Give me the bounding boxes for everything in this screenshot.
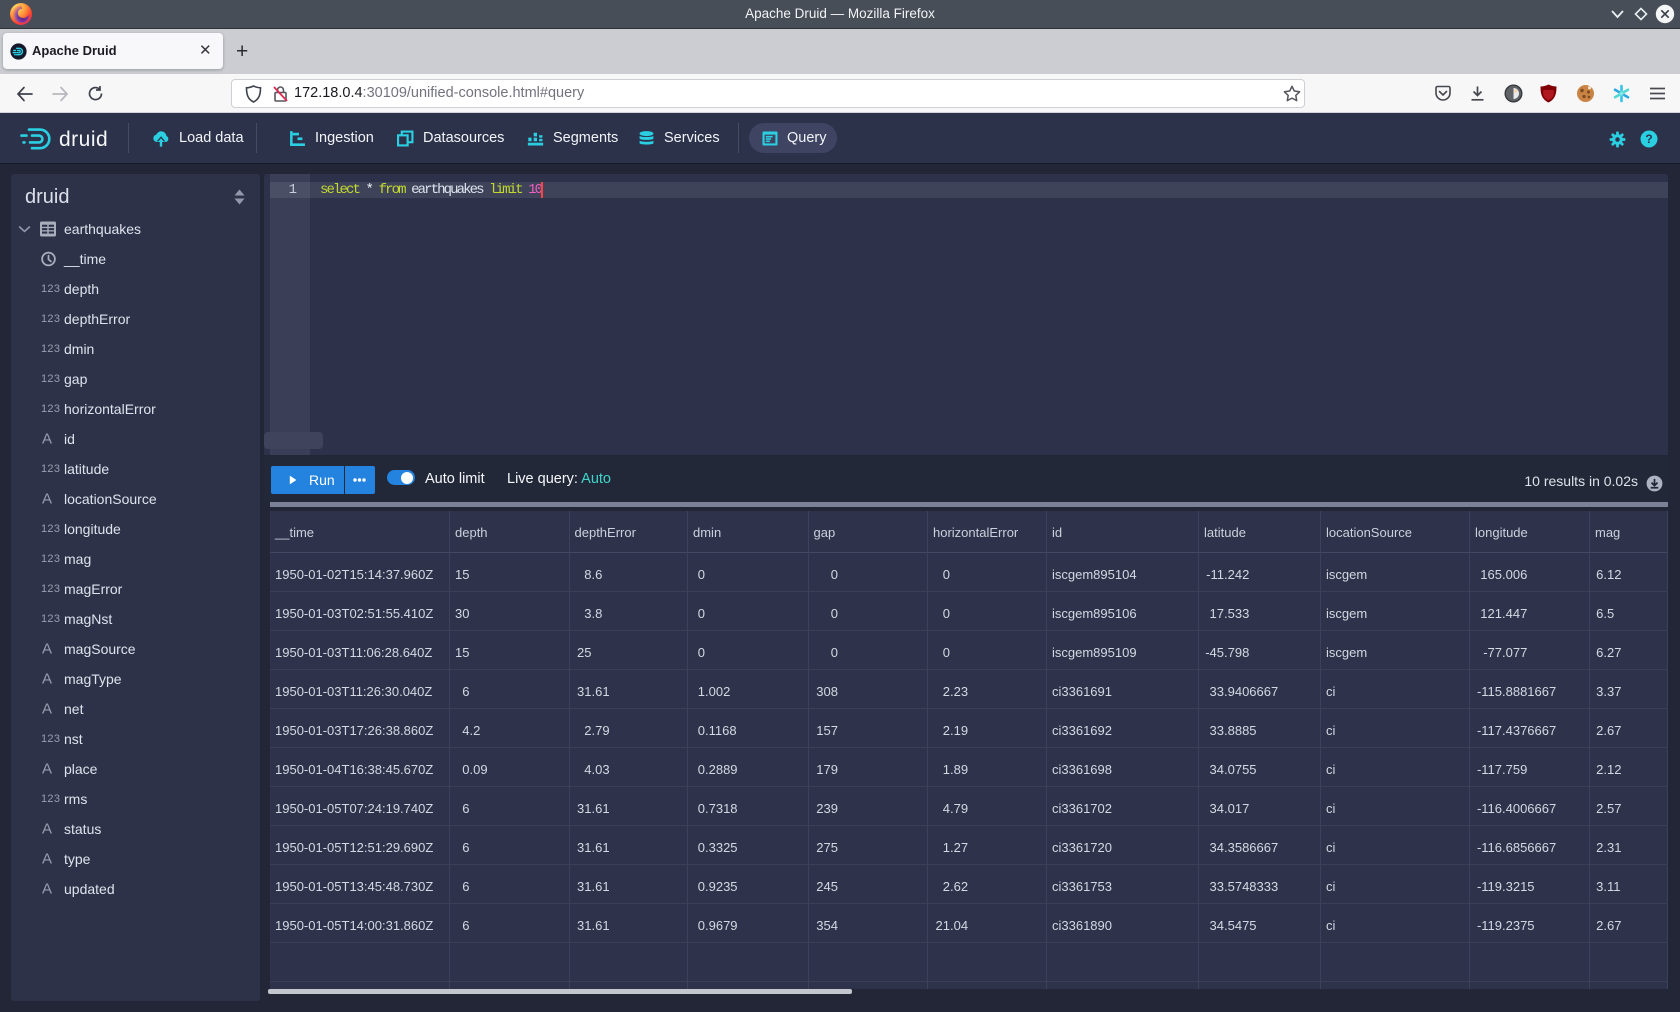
svg-text:?: ?: [1645, 132, 1652, 146]
